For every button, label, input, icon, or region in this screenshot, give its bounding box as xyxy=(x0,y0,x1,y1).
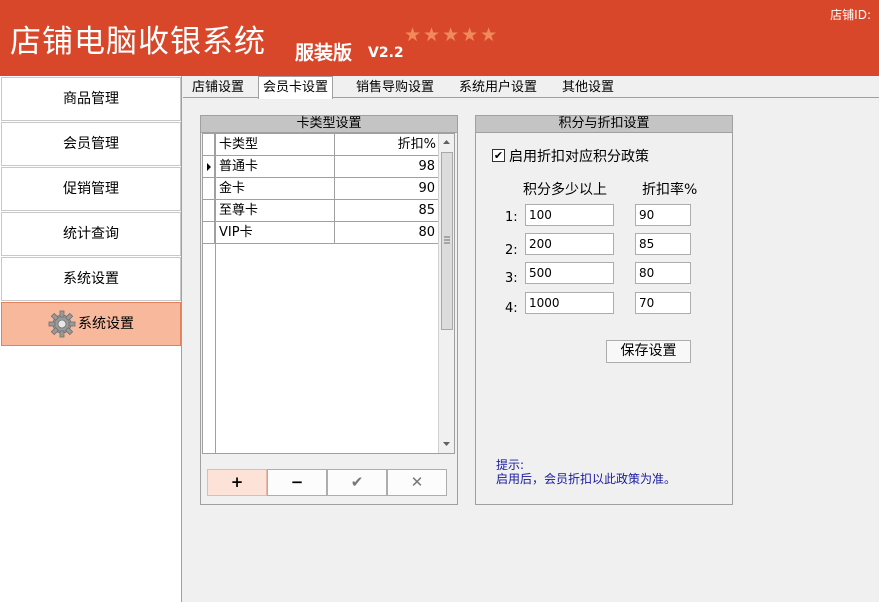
enable-policy-checkbox[interactable]: ✔ xyxy=(492,149,505,162)
hint-text: 启用后，会员折扣以此政策为准。 xyxy=(496,472,677,486)
sidebar-item-settings[interactable]: 系统设置 xyxy=(1,257,181,301)
table-row[interactable]: 普通卡 98 xyxy=(203,156,438,178)
grid-scrollbar[interactable] xyxy=(438,134,454,453)
discount-cell[interactable]: 85 xyxy=(337,200,435,222)
tab-store-settings[interactable]: 店铺设置 xyxy=(188,78,248,98)
row-index-label: 3: xyxy=(505,271,518,286)
scroll-up-icon[interactable] xyxy=(439,134,454,150)
card-type-grid: 卡类型 折扣% 普通卡 98 金卡 90 至尊卡 85 VIP卡 80 xyxy=(202,133,455,454)
row-index-label: 2: xyxy=(505,243,518,258)
sidebar-item-statistics[interactable]: 统计查询 xyxy=(1,212,181,256)
sidebar-item-label: 促销管理 xyxy=(63,181,119,197)
column-header-discount[interactable]: 折扣% xyxy=(337,134,436,156)
card-type-panel: 卡类型设置 卡类型 折扣% 普通卡 98 金卡 90 至尊卡 85 VIP卡 8… xyxy=(200,115,458,505)
row-selected-indicator-icon xyxy=(203,156,215,177)
card-type-cell[interactable]: 至尊卡 xyxy=(219,200,258,222)
version-label: V2.2 xyxy=(368,45,404,61)
rate-input[interactable]: 70 xyxy=(635,292,691,314)
points-input[interactable]: 200 xyxy=(525,233,614,255)
app-title: 店铺电脑收银系统 xyxy=(10,24,266,60)
sidebar-item-label: 商品管理 xyxy=(63,91,119,107)
card-type-panel-title: 卡类型设置 xyxy=(201,116,457,133)
rate-input[interactable]: 80 xyxy=(635,262,691,284)
rate-column-label: 折扣率% xyxy=(642,182,698,198)
tab-sales-guide-settings[interactable]: 销售导购设置 xyxy=(352,78,438,98)
card-type-cell[interactable]: VIP卡 xyxy=(219,222,253,244)
title-bar: 店铺电脑收银系统 服装版 V2.2 ★★★★★ 店铺ID: xyxy=(0,0,879,76)
enable-policy-label: 启用折扣对应积分政策 xyxy=(509,149,649,165)
sidebar-item-label: 会员管理 xyxy=(63,136,119,152)
checkmark-icon: ✔ xyxy=(493,149,504,162)
cancel-card-type-button[interactable]: ✕ xyxy=(387,469,447,496)
tab-system-user-settings[interactable]: 系统用户设置 xyxy=(455,78,541,98)
remove-card-type-button[interactable]: − xyxy=(267,469,327,496)
points-discount-panel: 积分与折扣设置 ✔ 启用折扣对应积分政策 积分多少以上 折扣率% 1: 100 … xyxy=(475,115,733,505)
table-row[interactable]: 金卡 90 xyxy=(203,178,438,200)
points-column-label: 积分多少以上 xyxy=(523,182,607,198)
sidebar-item-promotion[interactable]: 促销管理 xyxy=(1,167,181,211)
points-input[interactable]: 100 xyxy=(525,204,614,226)
column-header-card-type[interactable]: 卡类型 xyxy=(219,134,258,156)
tab-other-settings[interactable]: 其他设置 xyxy=(558,78,618,98)
sidebar-item-member[interactable]: 会员管理 xyxy=(1,122,181,166)
discount-cell[interactable]: 98 xyxy=(337,156,435,178)
points-input[interactable]: 500 xyxy=(525,262,614,284)
row-index-label: 1: xyxy=(505,210,518,225)
rate-input[interactable]: 85 xyxy=(635,233,691,255)
tab-member-card-settings[interactable]: 会员卡设置 xyxy=(258,76,334,99)
rating-stars-icon: ★★★★★ xyxy=(404,24,500,46)
save-settings-button[interactable]: 保存设置 xyxy=(606,340,691,363)
add-card-type-button[interactable]: + xyxy=(207,469,267,496)
gear-icon xyxy=(48,310,76,338)
sidebar: 商品管理 会员管理 促销管理 统计查询 系统设置 系统设置 xyxy=(0,76,182,602)
sidebar-item-label: 系统设置 xyxy=(63,271,119,287)
edition-label: 服装版 xyxy=(295,42,353,64)
scroll-thumb[interactable] xyxy=(441,152,453,330)
card-type-cell[interactable]: 金卡 xyxy=(219,178,245,200)
grid-header: 卡类型 折扣% xyxy=(203,134,438,156)
points-panel-title: 积分与折扣设置 xyxy=(476,116,732,133)
row-index-label: 4: xyxy=(505,301,518,316)
sidebar-item-label: 系统设置 xyxy=(78,316,134,332)
table-row[interactable]: 至尊卡 85 xyxy=(203,200,438,222)
scroll-down-icon[interactable] xyxy=(439,436,454,452)
table-row[interactable]: VIP卡 80 xyxy=(203,222,438,244)
discount-cell[interactable]: 80 xyxy=(337,222,435,244)
store-id-label: 店铺ID: xyxy=(830,8,871,22)
card-type-cell[interactable]: 普通卡 xyxy=(219,156,258,178)
points-input[interactable]: 1000 xyxy=(525,292,614,314)
sidebar-item-label: 统计查询 xyxy=(63,226,119,242)
sidebar-item-product[interactable]: 商品管理 xyxy=(1,77,181,121)
sidebar-item-settings-active[interactable]: 系统设置 xyxy=(1,302,181,346)
tab-bar: 店铺设置 会员卡设置 销售导购设置 系统用户设置 其他设置 xyxy=(183,76,879,99)
rate-input[interactable]: 90 xyxy=(635,204,691,226)
confirm-card-type-button[interactable]: ✔ xyxy=(327,469,387,496)
discount-cell[interactable]: 90 xyxy=(337,178,435,200)
